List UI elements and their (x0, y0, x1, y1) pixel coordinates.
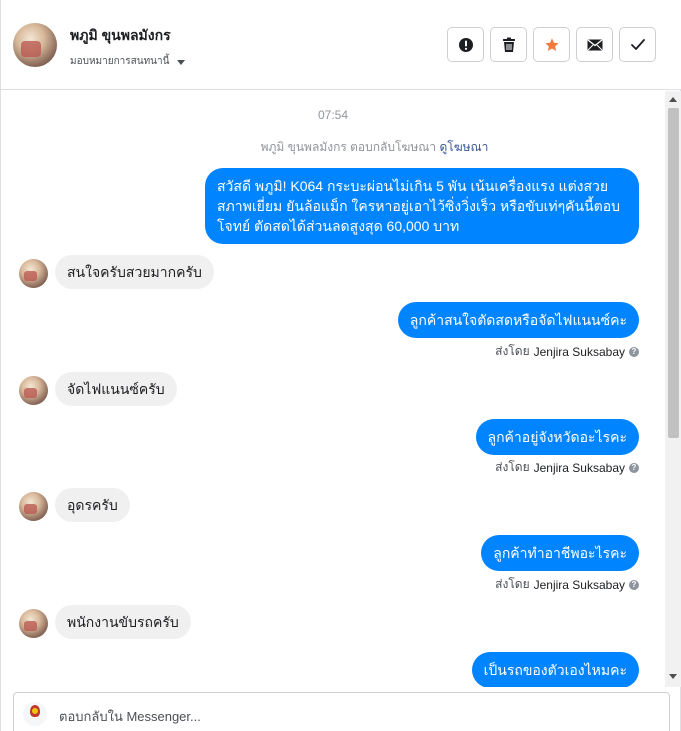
mark-unread-button[interactable] (576, 27, 613, 62)
help-icon[interactable]: ? (629, 346, 639, 357)
sender-name: Jenjira Suksabay (533, 344, 625, 359)
message-bubble-incoming[interactable]: จัดไฟแนนซ์ครับ (55, 372, 177, 406)
exclamation-icon (458, 37, 473, 52)
message-thread[interactable]: 07:54 พภูมิ ขุนพลมังกร ตอบกลับโฆษณา ดูโฆ… (1, 91, 665, 687)
contact-name[interactable]: พภูมิ ขุนพลมังกร (70, 25, 171, 47)
contact-avatar-small[interactable] (19, 376, 48, 405)
conversation-panel: พภูมิ ขุนพลมังกร มอบหมายการสนทนานี้ 07:5… (0, 0, 681, 731)
contact-avatar-small[interactable] (19, 609, 48, 638)
sent-by-prefix: ส่งโดย (495, 460, 530, 474)
scroll-down-arrow-icon[interactable] (669, 674, 677, 679)
view-ad-link[interactable]: ดูโฆษณา (439, 140, 488, 154)
star-icon (544, 37, 559, 51)
message-bubble-incoming[interactable]: อุดรครับ (55, 488, 130, 522)
contact-avatar-small[interactable] (19, 492, 48, 521)
assign-conversation-dropdown[interactable]: มอบหมายการสนทนานี้ (70, 54, 186, 69)
message-bubble-outgoing[interactable]: ลูกค้าสนใจตัดสดหรือจัดไฟแนนซ์คะ (397, 302, 639, 338)
sent-by-label: ส่งโดย Jenjira Suksabay ? (495, 575, 639, 594)
message-timestamp: 07:54 (317, 108, 349, 122)
message-bubble-incoming[interactable]: พนักงานขับรถครับ (55, 605, 191, 639)
contact-avatar-small[interactable] (19, 259, 48, 288)
reply-input[interactable] (59, 709, 619, 724)
header-actions (447, 27, 656, 62)
star-button[interactable] (533, 27, 570, 62)
sender-name: Jenjira Suksabay (533, 460, 625, 475)
mark-done-button[interactable] (619, 27, 656, 62)
message-bubble-outgoing[interactable]: ลูกค้าทำอาชีพอะไรคะ (481, 535, 639, 571)
mark-spam-button[interactable] (447, 27, 484, 62)
ad-reply-note: พภูมิ ขุนพลมังกร ตอบกลับโฆษณา ดูโฆษณา (1, 138, 665, 157)
reply-composer[interactable] (13, 692, 670, 731)
assign-label: มอบหมายการสนทนานี้ (70, 56, 170, 67)
sent-by-label: ส่งโดย Jenjira Suksabay ? (495, 342, 639, 361)
scroll-up-arrow-icon[interactable] (669, 97, 677, 102)
sent-by-prefix: ส่งโดย (495, 577, 530, 591)
thread-scrollbar[interactable] (665, 91, 681, 687)
sent-by-label: ส่งโดย Jenjira Suksabay ? (495, 458, 639, 477)
help-icon[interactable]: ? (629, 462, 639, 473)
trash-icon (502, 37, 515, 52)
message-bubble-outgoing[interactable]: ลูกค้าอยู่จังหวัดอะไรคะ (475, 419, 639, 455)
message-bubble-outgoing[interactable]: เป็นรถของตัวเองไหมคะ (471, 652, 639, 687)
check-icon (630, 38, 645, 50)
ad-reply-text: พภูมิ ขุนพลมังกร ตอบกลับโฆษณา (260, 140, 437, 154)
scrollbar-thumb[interactable] (668, 108, 679, 438)
message-bubble-incoming[interactable]: สนใจครับสวยมากครับ (55, 255, 214, 289)
sender-name: Jenjira Suksabay (533, 577, 625, 592)
page-avatar (23, 702, 47, 726)
delete-button[interactable] (490, 27, 527, 62)
envelope-icon (587, 38, 602, 50)
chevron-down-icon (177, 59, 186, 65)
contact-avatar[interactable] (13, 23, 57, 67)
sent-by-prefix: ส่งโดย (495, 344, 530, 358)
help-icon[interactable]: ? (629, 579, 639, 590)
message-bubble-outgoing[interactable]: สวัสดี พภูมิ! K064 กระบะผ่อนไม่เกิน 5 พั… (205, 168, 639, 244)
conversation-header: พภูมิ ขุนพลมังกร มอบหมายการสนทนานี้ (1, 0, 681, 90)
